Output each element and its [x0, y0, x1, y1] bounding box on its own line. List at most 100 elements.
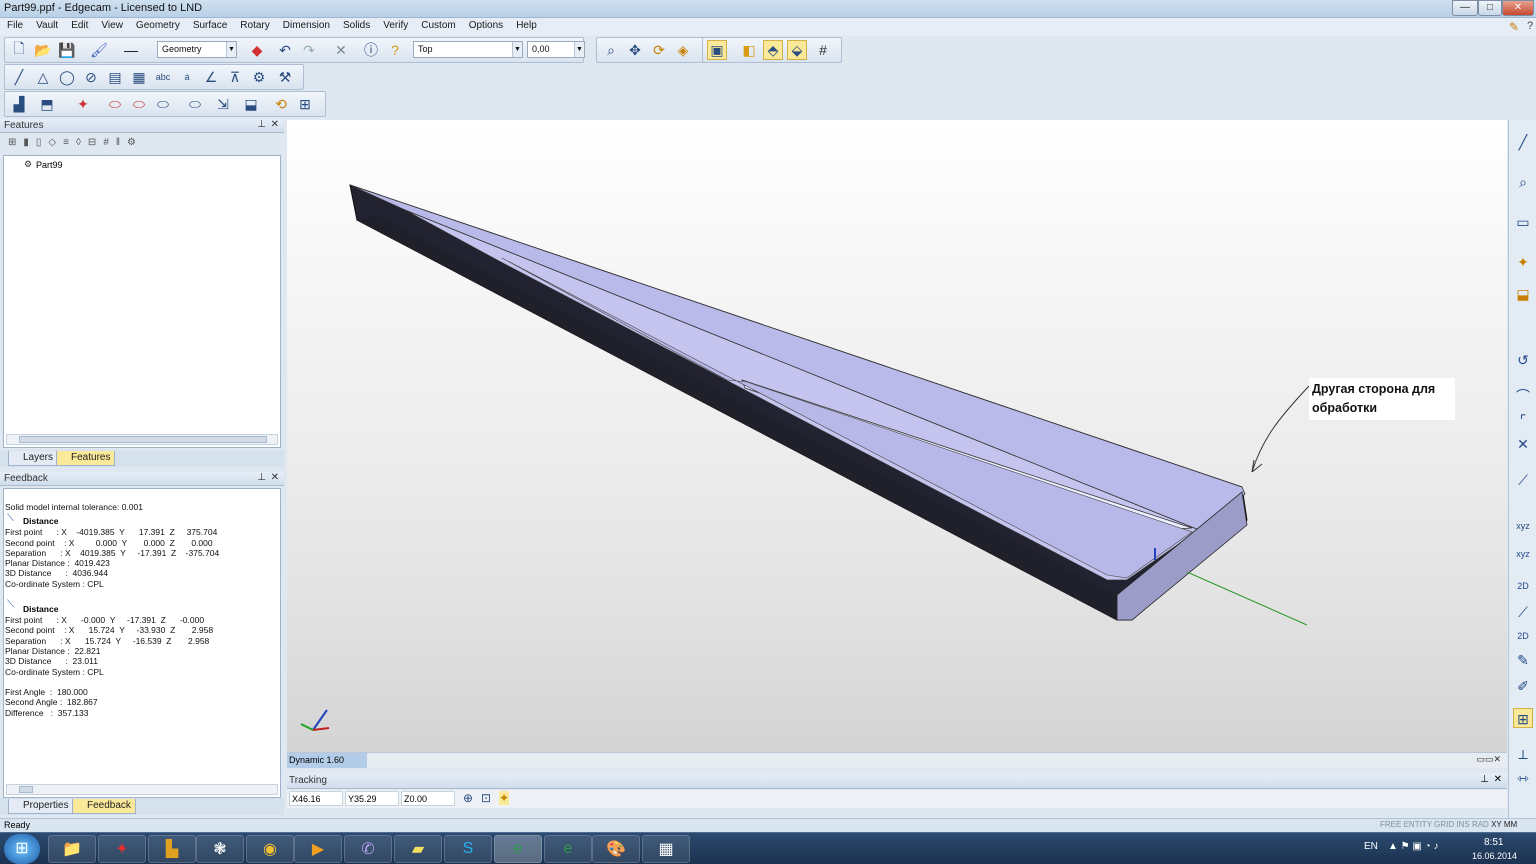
status-xy[interactable]: XY — [1491, 820, 1502, 829]
rotate-icon[interactable]: ⟳ — [649, 40, 669, 60]
menu-solids[interactable]: Solids — [336, 18, 376, 31]
colour-icon[interactable]: 🖌 — [89, 40, 109, 60]
star-icon[interactable]: ✦ — [1513, 252, 1533, 272]
skype-icon[interactable]: S — [444, 835, 492, 863]
close-icon[interactable]: ✕ — [271, 472, 279, 483]
split-icon[interactable]: ‖ — [116, 137, 127, 148]
tree-item-part[interactable]: Part99 — [36, 160, 63, 170]
pin-icon[interactable]: ⊥ — [1480, 774, 1489, 785]
globe-icon[interactable]: ⊕ — [463, 791, 473, 805]
pan-icon[interactable]: ✥ — [625, 40, 645, 60]
status-grid[interactable]: GRID — [1434, 820, 1454, 829]
pro-icon[interactable]: ▙ — [148, 835, 196, 863]
tab-feedback[interactable]: Feedback — [72, 799, 136, 814]
edgecam-icon[interactable]: e — [494, 835, 542, 863]
hidden-icon[interactable]: ⬙ — [787, 40, 807, 60]
circle-icon[interactable]: ◯ — [57, 67, 77, 87]
search-icon[interactable]: ⌕ — [1513, 172, 1533, 192]
paint-icon[interactable]: 🎨 — [592, 835, 640, 863]
close-icon[interactable]: ✕ — [1494, 774, 1502, 785]
2d-edit-icon[interactable]: 2D — [1513, 626, 1533, 646]
text-icon[interactable]: ▤ — [105, 67, 125, 87]
dimension-icon[interactable]: ⊼ — [225, 67, 245, 87]
menu-help[interactable]: Help — [509, 18, 543, 31]
chart-icon[interactable]: ▟ — [9, 94, 29, 114]
start-button[interactable]: ⊞ — [4, 834, 40, 864]
status-free[interactable]: FREE — [1380, 820, 1401, 829]
info-icon[interactable]: ⓘ — [361, 40, 381, 60]
pencil-icon[interactable]: ✎ — [1513, 650, 1533, 670]
solid-icon[interactable]: ⬓ — [1513, 284, 1533, 304]
menu-geometry[interactable]: Geometry — [129, 18, 186, 31]
corner-icon[interactable]: ⌜ — [1513, 410, 1533, 430]
cylinder-icon[interactable]: ▮ — [23, 137, 36, 148]
rectangle-icon[interactable]: ▭ — [1513, 212, 1533, 232]
edgecam-2-icon[interactable]: e — [544, 835, 592, 863]
fit-icon[interactable]: ◈ — [673, 40, 693, 60]
zoom-icon[interactable]: ⌕ — [601, 40, 621, 60]
horizontal-scrollbar[interactable] — [6, 784, 278, 795]
window-controls-icon[interactable]: ▭▭✕ — [1476, 754, 1501, 765]
horizontal-scrollbar[interactable] — [6, 434, 278, 445]
menu-options[interactable]: Options — [462, 18, 509, 31]
view-select[interactable]: Top ▼ — [413, 41, 523, 58]
xyz-icon[interactable]: xyz — [1513, 516, 1533, 536]
menu-edit[interactable]: Edit — [64, 18, 94, 31]
notes-icon[interactable]: ▰ — [394, 835, 442, 863]
menu-view[interactable]: View — [94, 18, 129, 31]
menu-file[interactable]: File — [0, 18, 29, 31]
line-icon[interactable]: ╱ — [9, 67, 29, 87]
ruler-icon[interactable]: ⇿ — [1513, 768, 1533, 788]
snap-icon[interactable]: ✦ — [499, 791, 510, 805]
cpl-icon[interactable]: ⊡ — [481, 791, 491, 805]
tools-icon[interactable]: ⚒ — [275, 67, 295, 87]
edge-icon[interactable]: ⇲ — [213, 94, 233, 114]
bucket-icon[interactable]: ▯ — [36, 137, 49, 148]
help-icon[interactable]: ? — [1520, 18, 1536, 32]
mode-select[interactable]: Geometry ▼ — [157, 41, 237, 58]
slot-icon[interactable]: ⬭ — [153, 94, 173, 114]
pin-icon[interactable]: ⊥ — [257, 119, 266, 130]
language-indicator[interactable]: EN — [1364, 841, 1378, 852]
tab-features[interactable]: Features — [56, 451, 116, 466]
font-icon[interactable]: ẚ — [177, 67, 197, 87]
abc-text-icon[interactable]: abc — [153, 67, 173, 87]
explorer-icon[interactable]: 📁 — [48, 835, 96, 863]
status-mm[interactable]: MM — [1504, 820, 1517, 829]
depth-input[interactable]: 0,00 ▼ — [527, 41, 585, 58]
settings-icon[interactable]: ⚙ — [127, 137, 143, 148]
diamond-icon[interactable]: ◇ — [48, 137, 63, 148]
solid-icon[interactable]: ◧ — [739, 40, 759, 60]
chrome-icon[interactable]: ◉ — [246, 835, 294, 863]
hatch-icon[interactable]: ▦ — [129, 67, 149, 87]
menu-rotary[interactable]: Rotary — [233, 18, 275, 31]
save-icon[interactable]: 💾 — [57, 40, 77, 60]
solid-import-icon[interactable]: ⬒ — [37, 94, 57, 114]
tag-icon[interactable]: ◊ — [76, 137, 88, 148]
pin-icon[interactable]: ⊥ — [257, 472, 266, 483]
tab-layers[interactable]: Layers — [8, 451, 59, 466]
angle-icon[interactable]: ∠ — [201, 67, 221, 87]
status-ins[interactable]: INS — [1456, 820, 1469, 829]
boss-icon[interactable]: ⬭ — [129, 94, 149, 114]
point-icon[interactable]: △ — [33, 67, 53, 87]
view-add-icon[interactable]: ⊞ — [1513, 708, 1533, 728]
delete-icon[interactable]: ✕ — [331, 40, 351, 60]
tray-arrow-icon[interactable]: ▲ ⚑ ▣ ◔ ♪ — [1388, 841, 1438, 852]
refresh-icon[interactable]: ⟲ — [271, 94, 291, 114]
menu-vault[interactable]: Vault — [29, 18, 64, 31]
shaded-icon[interactable]: ▣ — [707, 40, 727, 60]
tab-properties[interactable]: Properties — [8, 799, 74, 814]
undo-icon[interactable]: ↶ — [275, 40, 295, 60]
new-file-icon[interactable]: 🗋 — [9, 40, 29, 60]
open-folder-icon[interactable]: 📂 — [33, 40, 53, 60]
viber-icon[interactable]: ✆ — [344, 835, 392, 863]
eraser-icon[interactable]: ◆ — [247, 40, 267, 60]
rotate-icon[interactable]: ↺ — [1513, 350, 1533, 370]
hash-icon[interactable]: # — [103, 137, 116, 148]
measure-icon[interactable]: ⚙ — [249, 67, 269, 87]
measure-icon[interactable]: ⟂ — [1513, 744, 1533, 764]
menu-custom[interactable]: Custom — [414, 18, 461, 31]
app-icon[interactable]: ✦ — [98, 835, 146, 863]
close-button[interactable]: ✕ — [1502, 0, 1534, 16]
